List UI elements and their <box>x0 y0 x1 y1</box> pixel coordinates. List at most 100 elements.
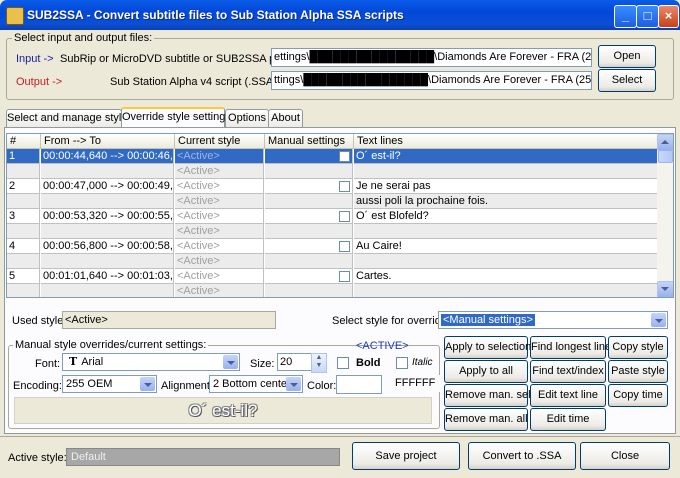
cell-time[interactable] <box>41 224 174 239</box>
scroll-down-icon[interactable] <box>657 281 673 297</box>
cell-style[interactable]: <Active> <box>175 284 264 297</box>
tab-override-style-settings[interactable]: Override style settings <box>121 107 231 129</box>
spin-down-icon[interactable]: ▼ <box>312 362 326 370</box>
cell-manual[interactable] <box>265 224 353 239</box>
tab-select-manage-styles[interactable]: Select and manage styles <box>6 109 133 127</box>
spin-up-icon[interactable]: ▲ <box>312 354 326 362</box>
cell-text[interactable]: Cartes. <box>354 269 658 284</box>
encoding-dropdown[interactable]: 255 OEM <box>62 375 157 393</box>
cell-style[interactable]: <Active> <box>175 269 264 284</box>
remove-manual-all-button[interactable]: Remove man. all <box>444 408 528 431</box>
cell-text[interactable]: Au Caire! <box>354 239 658 254</box>
paste-style-button[interactable]: Paste style <box>608 360 668 383</box>
cell-num[interactable]: 4 <box>7 239 40 254</box>
chevron-down-icon[interactable] <box>286 377 301 391</box>
chevron-down-icon[interactable] <box>651 313 666 327</box>
tab-options[interactable]: Options <box>225 109 269 127</box>
cell-num[interactable] <box>7 164 40 179</box>
input-path-field[interactable]: ettings\████████████████\Diamonds Are Fo… <box>271 48 592 67</box>
cell-manual[interactable] <box>265 194 353 209</box>
chevron-down-icon[interactable] <box>140 377 155 391</box>
tab-about[interactable]: About <box>268 109 303 127</box>
cell-text[interactable]: O´ est-il? <box>354 149 658 164</box>
cell-time[interactable]: 00:00:53,320 --> 00:00:55,276 <box>41 209 174 224</box>
color-swatch[interactable] <box>336 375 382 394</box>
cell-num[interactable]: 2 <box>7 179 40 194</box>
cell-manual[interactable] <box>265 149 353 164</box>
cell-num[interactable]: 5 <box>7 269 40 284</box>
italic-checkbox[interactable] <box>396 357 408 369</box>
cell-style[interactable]: <Active> <box>175 254 264 269</box>
cell-text[interactable]: aussi poli la prochaine fois. <box>354 194 658 209</box>
manual-checkbox[interactable] <box>339 271 350 282</box>
close-window-button[interactable]: × <box>658 5 679 28</box>
minimize-button[interactable]: _ <box>614 5 637 28</box>
col-header-time[interactable]: From --> To <box>41 134 175 149</box>
size-spinner[interactable]: ▲ ▼ <box>311 353 327 373</box>
cell-time[interactable] <box>41 254 174 269</box>
col-header-text[interactable]: Text lines <box>354 134 659 149</box>
edit-time-button[interactable]: Edit time <box>530 408 606 431</box>
alignment-dropdown[interactable]: 2 Bottom center <box>209 375 303 393</box>
close-button[interactable]: Close <box>580 442 670 470</box>
cell-text[interactable] <box>354 164 658 179</box>
cell-num[interactable] <box>7 254 40 269</box>
save-project-button[interactable]: Save project <box>352 442 460 470</box>
copy-style-button[interactable]: Copy style <box>608 336 668 359</box>
col-header-style[interactable]: Current style <box>175 134 265 149</box>
cell-time[interactable] <box>41 284 174 297</box>
remove-manual-selection-button[interactable]: Remove man. sel. <box>444 384 534 407</box>
cell-style[interactable]: <Active> <box>175 149 264 164</box>
manual-checkbox[interactable] <box>339 211 350 222</box>
cell-time[interactable] <box>41 194 174 209</box>
cell-style[interactable]: <Active> <box>175 179 264 194</box>
cell-num[interactable] <box>7 284 40 297</box>
cell-style[interactable]: <Active> <box>175 194 264 209</box>
scroll-thumb[interactable] <box>658 150 673 163</box>
cell-num[interactable] <box>7 224 40 239</box>
cell-time[interactable]: 00:01:01,640 --> 00:01:03,596 <box>41 269 174 284</box>
font-dropdown[interactable]: T Arial <box>62 353 240 371</box>
cell-style[interactable]: <Active> <box>175 239 264 254</box>
chevron-down-icon[interactable] <box>223 355 238 369</box>
manual-checkbox[interactable] <box>339 151 350 162</box>
manual-checkbox[interactable] <box>339 181 350 192</box>
cell-text[interactable]: O´ est Blofeld? <box>354 209 658 224</box>
color-value[interactable]: FFFFFF <box>383 375 441 392</box>
cell-style[interactable]: <Active> <box>175 164 264 179</box>
select-output-button[interactable]: Select <box>598 69 656 92</box>
cell-time[interactable] <box>41 164 174 179</box>
find-longest-line-button[interactable]: Find longest line <box>530 336 611 359</box>
cell-manual[interactable] <box>265 164 353 179</box>
cell-text[interactable] <box>354 284 658 297</box>
cell-manual[interactable] <box>265 239 353 254</box>
apply-to-selection-button[interactable]: Apply to selection <box>444 336 531 359</box>
cell-time[interactable]: 00:00:47,000 --> 00:00:49,639 <box>41 179 174 194</box>
cell-style[interactable]: <Active> <box>175 209 264 224</box>
cell-style[interactable]: <Active> <box>175 224 264 239</box>
bold-checkbox[interactable] <box>337 357 349 369</box>
cell-manual[interactable] <box>265 284 353 297</box>
cell-manual[interactable] <box>265 269 353 284</box>
maximize-button[interactable]: □ <box>636 5 659 28</box>
col-header-manual[interactable]: Manual settings <box>265 134 354 149</box>
size-input[interactable]: 20 <box>277 353 313 371</box>
cell-num[interactable]: 3 <box>7 209 40 224</box>
cell-text[interactable] <box>354 224 658 239</box>
cell-manual[interactable] <box>265 254 353 269</box>
scroll-up-icon[interactable] <box>657 134 673 151</box>
subtitle-grid[interactable]: # From --> To Current style Manual setti… <box>6 133 674 298</box>
output-path-field[interactable]: ttings\████████████████\Diamonds Are For… <box>271 71 592 90</box>
edit-text-line-button[interactable]: Edit text line <box>530 384 606 407</box>
cell-text[interactable] <box>354 254 658 269</box>
cell-text[interactable]: Je ne serai pas <box>354 179 658 194</box>
cell-manual[interactable] <box>265 209 353 224</box>
override-style-dropdown[interactable]: <Manual settings> <box>438 311 668 329</box>
vertical-scrollbar[interactable] <box>657 134 673 297</box>
open-button[interactable]: Open <box>598 45 656 68</box>
cell-num[interactable]: 1 <box>7 149 40 164</box>
cell-num[interactable] <box>7 194 40 209</box>
col-header-num[interactable]: # <box>7 134 41 149</box>
cell-manual[interactable] <box>265 179 353 194</box>
copy-time-button[interactable]: Copy time <box>608 384 668 407</box>
